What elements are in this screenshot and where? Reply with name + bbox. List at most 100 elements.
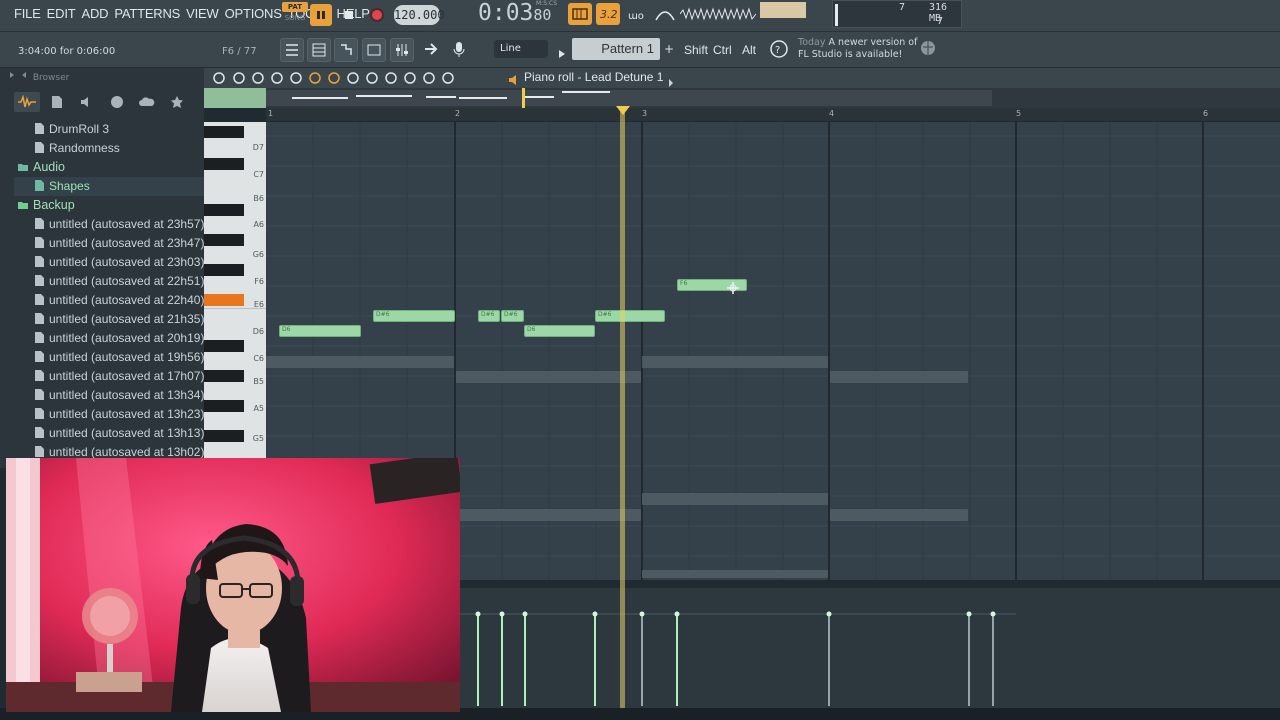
tab-all[interactable] (14, 92, 40, 112)
pencil-tool[interactable] (308, 70, 322, 84)
browser-file[interactable]: untitled (autosaved at 23h47) (14, 234, 204, 253)
magnet-tool[interactable] (232, 70, 246, 84)
loop-record-button[interactable]: ɯo (625, 4, 651, 26)
mute-tool[interactable] (365, 70, 379, 84)
snap-selector[interactable]: Line (494, 40, 548, 58)
browser-item-label: untitled (autosaved at 22h51) (49, 274, 205, 288)
tab-speakers[interactable] (74, 92, 100, 112)
menu-edit[interactable]: EDIT (47, 6, 76, 21)
paint-tool[interactable] (327, 70, 341, 84)
menu-options[interactable]: OPTIONS (225, 6, 282, 21)
note[interactable]: D6 (524, 325, 595, 337)
menu-view[interactable]: VIEW (186, 6, 219, 21)
browser-file[interactable]: untitled (autosaved at 13h34) (14, 386, 204, 405)
plugin-picker-button[interactable] (420, 38, 444, 62)
news-panel[interactable]: Today A newer version of FL Studio is av… (798, 37, 917, 61)
tempo-display[interactable]: 120.000 (394, 5, 445, 25)
main-menu-bar: FILE EDIT ADD PATTERNS VIEW OPTIONS TOOL… (0, 0, 1280, 32)
wait-input-button[interactable] (654, 4, 676, 26)
metronome-button[interactable] (568, 3, 592, 25)
black-key[interactable] (204, 370, 244, 382)
tab-favorites[interactable] (164, 92, 190, 112)
playhead-marker[interactable] (616, 106, 630, 115)
note[interactable]: D#6 (373, 310, 455, 322)
pat-song-toggle[interactable]: PAT SONG (282, 2, 308, 26)
zoom-tool[interactable] (422, 70, 436, 84)
key-label: D6 (252, 327, 264, 336)
browser-folder[interactable]: Backup (14, 196, 204, 215)
browser-file[interactable]: untitled (autosaved at 22h51) (14, 272, 204, 291)
browser-folder[interactable]: Audio (14, 158, 204, 177)
playlist-button[interactable] (280, 38, 304, 62)
browser-button[interactable] (362, 38, 386, 62)
pattern-selector[interactable]: Pattern 1 (572, 38, 660, 60)
song-label: SONG (284, 14, 306, 22)
folder-icon (18, 202, 28, 209)
black-key[interactable] (204, 340, 244, 352)
browser-file[interactable]: untitled (autosaved at 13h23) (14, 405, 204, 424)
browser-item-label: DrumRoll 3 (49, 122, 110, 136)
note[interactable]: D6 (279, 325, 361, 337)
mixer-icon (396, 44, 408, 56)
browser-file[interactable]: DrumRoll 3 (14, 120, 204, 139)
delete-tool[interactable] (346, 70, 360, 84)
black-key[interactable] (204, 158, 244, 170)
pattern-overview[interactable] (204, 88, 1280, 108)
alt-key-button[interactable]: Alt (742, 40, 756, 60)
black-key-active[interactable] (204, 294, 244, 306)
playback-tool[interactable] (270, 70, 284, 84)
black-key[interactable] (204, 204, 244, 216)
tab-plugins[interactable] (104, 92, 130, 112)
black-key[interactable] (204, 126, 244, 138)
piano-roll-title: Piano roll - Lead Detune 1 (524, 70, 664, 84)
pattern-prev-arrow[interactable] (558, 44, 566, 63)
slice-tool[interactable] (384, 70, 398, 84)
tab-files[interactable] (44, 92, 70, 112)
stop-button[interactable] (338, 4, 360, 26)
black-key[interactable] (204, 264, 244, 276)
browser-file[interactable]: untitled (autosaved at 21h35) (14, 310, 204, 329)
menu-add[interactable]: ADD (81, 6, 108, 21)
browser-file[interactable]: Randomness (14, 139, 204, 158)
browser-file[interactable]: untitled (autosaved at 17h07) (14, 367, 204, 386)
channel-rack-button[interactable] (307, 38, 331, 62)
record-button[interactable] (366, 4, 388, 26)
browser-file[interactable]: untitled (autosaved at 23h03) (14, 253, 204, 272)
speaker-tool[interactable] (441, 70, 455, 84)
tab-cloud[interactable] (134, 92, 160, 112)
shift-key-button[interactable]: Shift (684, 40, 708, 60)
note[interactable]: D#6 (478, 310, 500, 322)
triangle-right-icon (559, 50, 565, 58)
piano-roll-button[interactable] (334, 38, 358, 62)
black-key[interactable] (204, 430, 244, 442)
slice-icon (385, 72, 397, 84)
add-pattern-button[interactable]: + (662, 38, 676, 60)
note[interactable]: D#6 (501, 310, 524, 322)
online-globe-button[interactable] (920, 40, 936, 60)
news-button[interactable]: ? (768, 38, 790, 64)
pause-button[interactable] (310, 4, 332, 26)
browser-file[interactable]: untitled (autosaved at 20h19) (14, 329, 204, 348)
ctrl-key-button[interactable]: Ctrl (713, 40, 732, 60)
snap-tool[interactable] (251, 70, 265, 84)
menu-patterns[interactable]: PATTERNS (114, 6, 180, 21)
menu-arrow-tool[interactable] (212, 70, 226, 84)
timeline-ruler[interactable]: 1 2 3 4 5 6 (266, 108, 1280, 122)
browser-file[interactable]: untitled (autosaved at 22h40) (14, 291, 204, 310)
svg-text:?: ? (775, 45, 780, 56)
select-tool[interactable] (403, 70, 417, 84)
audio-input-button[interactable] (448, 38, 472, 62)
black-key[interactable] (204, 234, 244, 246)
channel-rack-icon (312, 43, 326, 57)
browser-file[interactable]: untitled (autosaved at 19h56) (14, 348, 204, 367)
black-key[interactable] (204, 400, 244, 412)
mixer-button[interactable] (390, 38, 414, 62)
slide-tool[interactable] (289, 70, 303, 84)
piano-keyboard[interactable]: D7 C7 B6 A6 G6 F6 E6 D6 C6 B5 A5 G5 (204, 122, 266, 460)
browser-file[interactable]: Shapes (14, 177, 204, 196)
menu-file[interactable]: FILE (14, 6, 41, 21)
countdown-button[interactable]: 3.2 (596, 3, 620, 25)
browser-file[interactable]: untitled (autosaved at 23h57) (14, 215, 204, 234)
browser-file[interactable]: untitled (autosaved at 13h13) (14, 424, 204, 443)
note[interactable]: D#6 (595, 310, 665, 322)
